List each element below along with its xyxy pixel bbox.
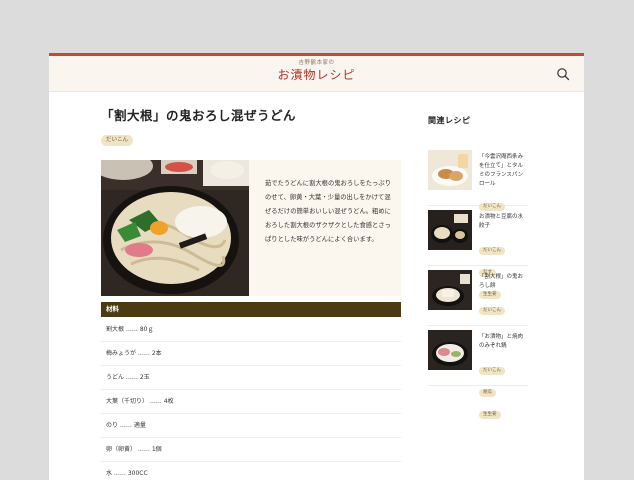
related-recipe-thumbnail [428, 150, 472, 190]
recipe-title: 「割大根」の鬼おろし混ぜうどん [101, 108, 297, 123]
ingredient-item: のり …… 適量 [101, 414, 401, 438]
ingredient-item: うどん …… 2玉 [101, 366, 401, 390]
related-recipe-title: お漬物と豆腐の水餃子 [479, 214, 524, 229]
related-recipe-title: 「お漬物」と焼肉のみぞれ鍋 [479, 334, 524, 349]
related-recipe-thumbnail [428, 270, 472, 310]
logo-subtitle: 吉野鶴本家の [298, 60, 335, 66]
search-icon[interactable] [556, 67, 570, 81]
logo-title: お漬物レシピ [277, 68, 356, 82]
ingredient-item: 大葉（千切り） …… 4枚 [101, 390, 401, 414]
related-recipe-card[interactable]: 「今雲沢庵西条みを仕立て」とタルミのフランスパンロール だいこん [428, 150, 528, 211]
related-sidebar: 関連レシピ 「今雲沢庵西条みを仕立て」とタルミのフランスパンロール だいこん お… [428, 115, 528, 419]
related-recipe-tag[interactable]: だいこん [479, 307, 505, 315]
related-recipe-tag[interactable]: だいこん [479, 367, 505, 375]
related-recipe-tags: だいこん 胡瓜 生生姜 [479, 356, 528, 422]
related-recipe-tag[interactable]: 生生姜 [479, 411, 501, 419]
site-logo[interactable]: 吉野鶴本家の お漬物レシピ [49, 60, 584, 83]
recipe-photo [101, 160, 249, 296]
related-recipe-card[interactable]: お漬物と豆腐の水餃子 だいこん なす 生生姜 [428, 210, 528, 299]
ingredient-item: 水 …… 300CC [101, 462, 401, 480]
related-recipe-thumbnail [428, 330, 472, 370]
page: 吉野鶴本家の お漬物レシピ 「割大根」の鬼おろし混ぜうどん だいこん 茹でたうど… [49, 53, 584, 480]
recipe-tag[interactable]: だいこん [101, 135, 134, 146]
recipe-description: 茹でたうどんに割大根の鬼おろしをたっぷりのせて、卵黄・大葉・少量の出しをかけて混… [265, 180, 391, 243]
recipe-main: 「割大根」の鬼おろし混ぜうどん だいこん 茹でたうどんに割大根の鬼おろしをたっぷ… [101, 108, 401, 477]
ingredients-list: 割大根 …… 80ｇ 梅みょうが …… 2本 うどん …… 2玉 大葉（千切り）… [101, 318, 401, 480]
site-header: 吉野鶴本家の お漬物レシピ [49, 56, 584, 92]
related-recipe-card[interactable]: 「割大根」の鬼おろし餅 だいこん [428, 270, 528, 326]
ingredients-heading: 材料 [101, 302, 401, 317]
related-title: 関連レシピ [428, 115, 471, 125]
related-recipe-title: 「今雲沢庵西条みを仕立て」とタルミのフランスパンロール [479, 154, 524, 187]
related-recipe-card[interactable]: 「お漬物」と焼肉のみぞれ鍋 だいこん 胡瓜 生生姜 [428, 330, 528, 419]
related-recipe-tag[interactable]: 胡瓜 [479, 389, 496, 397]
related-recipe-title: 「割大根」の鬼おろし餅 [479, 274, 524, 289]
related-recipe-tag[interactable]: だいこん [479, 247, 505, 255]
ingredient-item: 卵（卵黄） …… 1個 [101, 438, 401, 462]
ingredient-item: 梅みょうが …… 2本 [101, 342, 401, 366]
ingredient-item: 割大根 …… 80ｇ [101, 318, 401, 342]
related-recipe-thumbnail [428, 210, 472, 250]
recipe-hero: 茹でたうどんに割大根の鬼おろしをたっぷりのせて、卵黄・大葉・少量の出しをかけて混… [101, 160, 401, 296]
related-recipe-tags: だいこん [479, 296, 508, 318]
